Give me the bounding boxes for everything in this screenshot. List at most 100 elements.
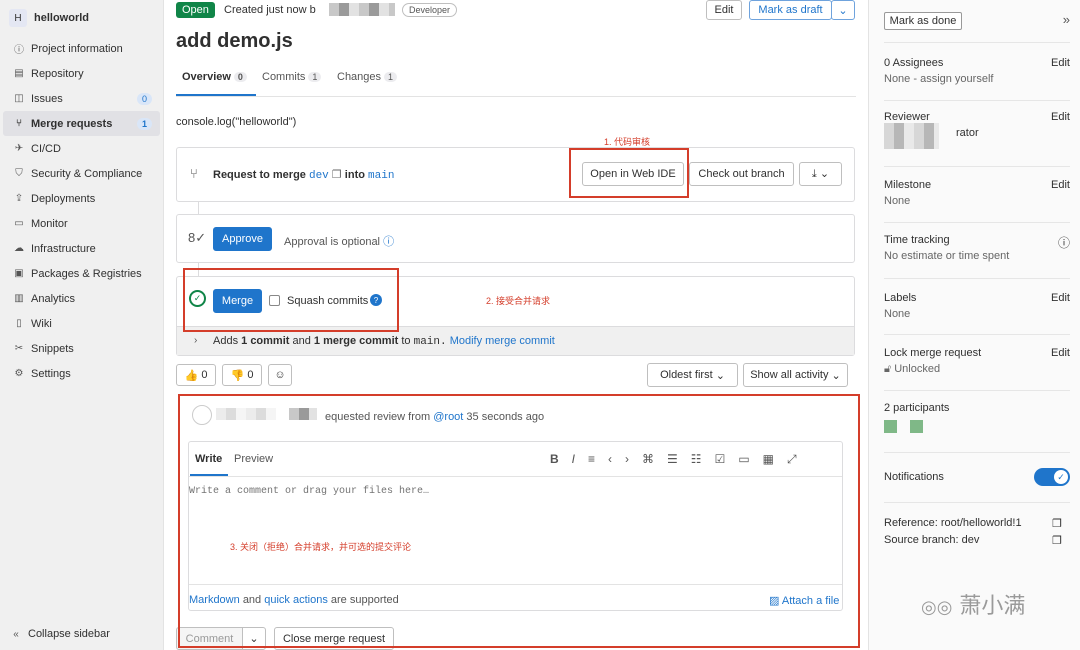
- tab-overview[interactable]: Overview 0: [182, 71, 247, 83]
- nav-settings[interactable]: ⚙ Settings: [3, 361, 160, 386]
- separator: [884, 100, 1070, 101]
- chart-icon: ▥: [14, 293, 24, 304]
- assignees-edit-link[interactable]: Edit: [1051, 57, 1070, 69]
- lock-edit-link[interactable]: Edit: [1051, 347, 1070, 359]
- labels-section: Labels None Edit: [884, 292, 1070, 320]
- reference-section: Reference: root/helloworld!1 ❐: [884, 517, 1062, 530]
- page-title: add demo.js: [176, 30, 293, 52]
- participant-avatar[interactable]: [884, 420, 897, 433]
- separator: [884, 166, 1070, 167]
- separator: [884, 278, 1070, 279]
- assignees-section: 0 Assignees None - assign yourself Edit: [884, 57, 1070, 85]
- sort-dropdown[interactable]: Oldest first ⌄: [647, 363, 738, 387]
- mr-description: console.log("helloworld"): [176, 116, 297, 128]
- tab-changes[interactable]: Changes 1: [337, 71, 398, 83]
- nav-repository[interactable]: ▤ Repository: [3, 61, 160, 86]
- shield-icon: ⛉: [15, 168, 23, 179]
- target-branch-link[interactable]: main: [368, 170, 394, 182]
- reviewer-avatar-redacted: [884, 123, 939, 149]
- annotation-box-1: [569, 148, 689, 198]
- author-avatar-redacted: [329, 3, 395, 16]
- thumbs-down-button[interactable]: 👎 0: [222, 364, 262, 386]
- smiley-icon: ☺: [274, 369, 286, 381]
- tabs-divider: [176, 96, 856, 97]
- issues-icon: ◫: [14, 93, 24, 104]
- expand-chevron-icon[interactable]: ›: [194, 335, 197, 346]
- milestone-edit-link[interactable]: Edit: [1051, 179, 1070, 191]
- labels-edit-link[interactable]: Edit: [1051, 292, 1070, 304]
- main-content: Open Created just now b Developer Edit M…: [164, 0, 868, 650]
- milestone-section: Milestone None Edit: [884, 179, 1070, 207]
- project-name: helloworld: [34, 12, 89, 24]
- tab-commits[interactable]: Commits 1: [262, 71, 322, 83]
- mark-as-draft-button[interactable]: Mark as draft: [749, 0, 832, 20]
- collapse-sidebar-button[interactable]: «Collapse sidebar: [10, 628, 110, 640]
- nav-cicd[interactable]: ✈ CI/CD: [3, 136, 160, 161]
- download-dropdown-button[interactable]: ⤓ ⌄: [799, 162, 842, 186]
- role-badge: Developer: [402, 3, 458, 17]
- check-out-branch-button[interactable]: Check out branch: [689, 162, 794, 186]
- cloud-icon: ☁: [14, 243, 24, 254]
- check-icon: ✓: [1054, 470, 1068, 484]
- reviewer-name: rator: [956, 127, 979, 139]
- participants-section: 2 participants: [884, 402, 1070, 433]
- nav-issues[interactable]: ◫ Issues 0: [3, 86, 160, 111]
- annotation-label-3: 3. 关闭（拒绝）合并请求，并可选的提交评论: [230, 542, 412, 552]
- created-text: Created just now b: [224, 4, 316, 16]
- reviewer-edit-link[interactable]: Edit: [1051, 111, 1070, 123]
- book-icon: ▯: [16, 318, 22, 329]
- nav-deployments[interactable]: ⇪ Deployments: [3, 186, 160, 211]
- annotation-label-2: 2. 接受合并请求: [486, 296, 551, 306]
- scissors-icon: ✂: [14, 343, 24, 354]
- source-branch-link[interactable]: dev: [309, 170, 329, 182]
- widget-connector: [198, 202, 199, 214]
- project-header[interactable]: H helloworld: [0, 0, 163, 36]
- add-reaction-button[interactable]: ☺: [268, 364, 292, 386]
- source-branch-section: Source branch: dev ❐: [884, 534, 1062, 547]
- nav-wiki[interactable]: ▯ Wiki: [3, 311, 160, 336]
- copy-reference-icon[interactable]: ❐: [1052, 517, 1062, 530]
- separator: [884, 334, 1070, 335]
- draft-dropdown-toggle[interactable]: ⌄: [831, 0, 855, 20]
- status-badge: Open: [176, 2, 215, 18]
- nav-security[interactable]: ⛉ Security & Compliance: [3, 161, 160, 186]
- modify-merge-commit-link[interactable]: Modify merge commit: [450, 335, 555, 347]
- assign-yourself-link[interactable]: None - assign yourself: [884, 73, 1070, 85]
- copy-source-branch-icon[interactable]: ❐: [1052, 534, 1062, 547]
- monitor-icon: ▭: [14, 218, 24, 229]
- double-chevron-left-icon: «: [13, 628, 19, 640]
- nav-analytics[interactable]: ▥ Analytics: [3, 286, 160, 311]
- thumbs-up-button[interactable]: 👍 0: [176, 364, 216, 386]
- project-avatar: H: [9, 9, 27, 27]
- wechat-icon: ◎◎: [921, 597, 953, 618]
- separator: [884, 222, 1070, 223]
- help-icon[interactable]: ⓘ: [383, 236, 394, 248]
- separator: [884, 390, 1070, 391]
- mark-as-done-button[interactable]: Mark as done: [884, 12, 962, 30]
- merge-summary: Adds 1 commit and 1 merge commit to main…: [213, 335, 555, 348]
- merge-requests-count-badge: 1: [136, 117, 152, 130]
- approval-optional-text: Approval is optional ⓘ: [284, 236, 395, 248]
- copy-branch-icon[interactable]: ❐: [332, 169, 342, 181]
- collapse-right-sidebar-icon[interactable]: »: [1063, 12, 1070, 27]
- edit-button[interactable]: Edit: [706, 0, 742, 20]
- nav-project-information[interactable]: ⓘ Project information: [3, 36, 160, 61]
- rocket-icon: ✈: [14, 143, 24, 154]
- nav-merge-requests[interactable]: ⑂ Merge requests 1: [3, 111, 160, 136]
- nav-infrastructure[interactable]: ☁ Infrastructure: [3, 236, 160, 261]
- participant-avatar[interactable]: [910, 420, 923, 433]
- separator: [884, 502, 1070, 503]
- time-tracking-help-icon[interactable]: ⓘ: [1058, 234, 1070, 251]
- approve-button[interactable]: Approve: [213, 227, 272, 251]
- right-sidebar: Mark as done » 0 Assignees None - assign…: [868, 0, 1080, 650]
- nav-packages[interactable]: ▣ Packages & Registries: [3, 261, 160, 286]
- notifications-toggle[interactable]: ✓: [1034, 468, 1070, 486]
- nav-monitor[interactable]: ▭ Monitor: [3, 211, 160, 236]
- info-icon: ⓘ: [14, 45, 24, 56]
- merge-request-icon: ⑂: [16, 118, 22, 129]
- nav-snippets[interactable]: ✂ Snippets: [3, 336, 160, 361]
- annotation-label-1: 1. 代码审核: [604, 137, 651, 147]
- download-icon: ⤓ ⌄: [811, 168, 830, 180]
- activity-filter-dropdown[interactable]: Show all activity ⌄: [743, 363, 848, 387]
- approval-icon: 8✓: [188, 230, 207, 245]
